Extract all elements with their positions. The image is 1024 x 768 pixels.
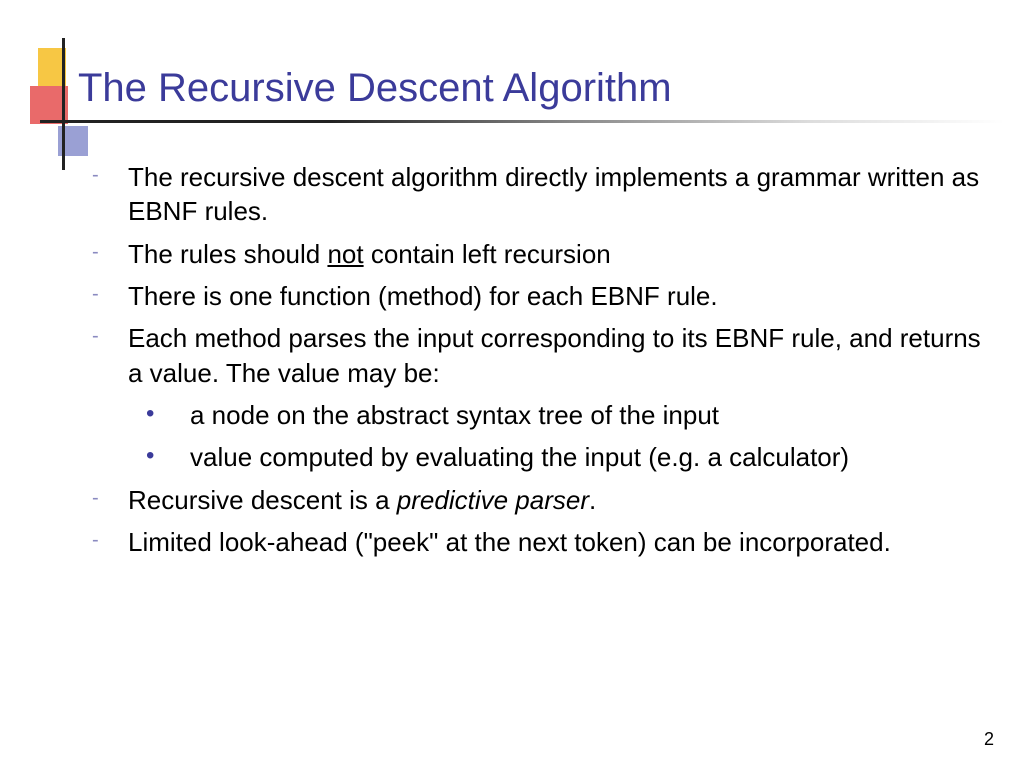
dot-marker: • — [146, 440, 190, 470]
title-underline — [40, 120, 1004, 123]
bullet-text: Each method parses the input correspondi… — [128, 321, 984, 390]
bullet-text: Limited look-ahead ("peek" at the next t… — [128, 525, 984, 559]
bullet-text: There is one function (method) for each … — [128, 279, 984, 313]
bullet-item: -The recursive descent algorithm directl… — [88, 160, 984, 229]
sub-bullet-item: •value computed by evaluating the input … — [146, 440, 984, 474]
page-number: 2 — [984, 729, 994, 750]
bullet-text: The rules should not contain left recurs… — [128, 237, 984, 271]
dash-marker: - — [88, 279, 128, 306]
bullet-item: -The rules should not contain left recur… — [88, 237, 984, 271]
bullet-item: -Each method parses the input correspond… — [88, 321, 984, 390]
dot-marker: • — [146, 398, 190, 428]
sub-bullet-item: •a node on the abstract syntax tree of t… — [146, 398, 984, 432]
bullet-text: The recursive descent algorithm directly… — [128, 160, 984, 229]
bullet-text: Recursive descent is a predictive parser… — [128, 483, 984, 517]
dash-marker: - — [88, 483, 128, 510]
bullet-item: -Recursive descent is a predictive parse… — [88, 483, 984, 517]
slide-content: -The recursive descent algorithm directl… — [88, 160, 984, 567]
dash-marker: - — [88, 237, 128, 264]
sub-bullet-text: a node on the abstract syntax tree of th… — [190, 398, 984, 432]
slide-title: The Recursive Descent Algorithm — [78, 66, 672, 111]
deco-vertical-line — [62, 38, 65, 170]
dash-marker: - — [88, 525, 128, 552]
sub-bullet-text: value computed by evaluating the input (… — [190, 440, 984, 474]
dash-marker: - — [88, 321, 128, 348]
bullet-item: -There is one function (method) for each… — [88, 279, 984, 313]
bullet-item: -Limited look-ahead ("peek" at the next … — [88, 525, 984, 559]
